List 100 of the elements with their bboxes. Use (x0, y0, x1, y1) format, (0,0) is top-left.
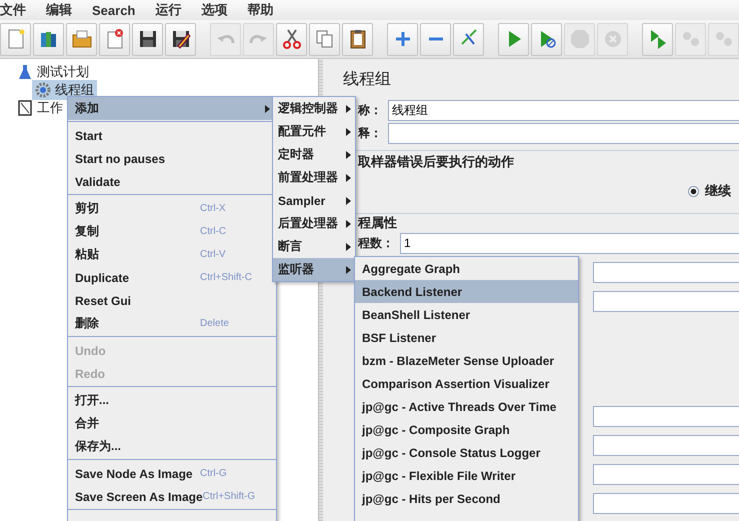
save-as-button[interactable] (165, 22, 196, 56)
menu-item[interactable]: Save Node As Image Ctrl-G (68, 462, 276, 485)
menu-item-label: 配置元件 (278, 123, 327, 140)
new-file-button[interactable] (0, 22, 31, 56)
menu-item[interactable]: Comparison Assertion Visualizer (355, 372, 578, 395)
menu-item[interactable]: jp@gc - Flexible File Writer (355, 464, 578, 487)
menu-item-label: 前置处理器 (278, 169, 339, 186)
menu-item[interactable]: Save Screen As ImageCtrl+Shift-G (68, 485, 276, 508)
menu-bar-item[interactable]: 运行 (155, 1, 182, 19)
close-button[interactable] (99, 22, 130, 56)
input-field[interactable] (593, 464, 739, 485)
redo-icon (249, 33, 268, 45)
save-button[interactable] (132, 22, 163, 56)
menu-item[interactable]: jp@gc - Composite Graph (355, 418, 578, 441)
menu-item-label: 后置处理器 (278, 215, 339, 232)
menu-item[interactable]: 后置处理器 (273, 212, 355, 235)
menu-item[interactable]: 定时器 (273, 143, 355, 166)
input-field[interactable] (593, 435, 739, 456)
copy-icon (314, 28, 336, 50)
menu-item-label: 添加 (75, 100, 100, 117)
menu-item-label: Start (75, 128, 104, 142)
menu-item[interactable]: 保存为... (68, 435, 276, 458)
menu-item-label: 合并 (75, 415, 100, 432)
menu-bar-item[interactable]: Search (92, 2, 136, 18)
field-label: 释： (358, 124, 382, 142)
menu-item-label: 打开... (75, 392, 110, 409)
input-field[interactable] (593, 262, 739, 283)
menu-item-label: 定时器 (278, 146, 315, 163)
menu-item[interactable]: BeanShell Listener (355, 303, 578, 326)
flask-icon (17, 64, 33, 80)
menu-item[interactable]: 监听器 (273, 258, 355, 281)
menu-item-label: 逻辑控制器 (278, 100, 339, 117)
shortcut-label: Ctrl-C (200, 226, 228, 237)
minus-icon (428, 37, 444, 41)
menu-item[interactable]: 断言 (273, 235, 355, 258)
menu-item[interactable]: jp@gc - Active Threads Over Time (355, 395, 578, 418)
stop-icon (568, 28, 590, 50)
menu-item[interactable]: 删除 Delete (68, 312, 276, 335)
name-field[interactable]: 线程组 (388, 100, 739, 120)
menu-item[interactable]: Backend Listener (355, 280, 578, 303)
threads-field[interactable]: 1 (400, 232, 739, 254)
menu-bar-item[interactable]: 编辑 (46, 1, 72, 19)
menu-item-label: Start no pauses (75, 152, 166, 166)
input-field[interactable] (593, 291, 739, 312)
tree-item[interactable]: 工作 (14, 98, 66, 118)
menu-item[interactable]: jp@gc - Console Status Logger (355, 441, 578, 464)
templates-button[interactable] (33, 22, 64, 56)
remote-start-button[interactable] (642, 22, 673, 56)
menu-item[interactable]: bzm - BlazeMeter Sense Uploader (355, 349, 578, 372)
menu-item[interactable]: Reset Gui (68, 289, 276, 312)
menu-item[interactable]: jp@gc - Hits per Second (355, 487, 578, 510)
menu-item[interactable]: Start (68, 124, 276, 147)
menu-item[interactable]: 打开... (68, 389, 276, 412)
menu-item-label: 剪切 (75, 200, 100, 217)
menu-item-label: Validate (75, 174, 122, 188)
input-field[interactable] (593, 493, 739, 514)
menu-item[interactable]: Duplicate Ctrl+Shift-C (68, 266, 276, 289)
shortcut-label: Ctrl-V (200, 249, 227, 260)
scissors-icon (280, 28, 302, 50)
menu-bar-item[interactable]: 文件 (0, 1, 26, 19)
cut-button[interactable] (276, 22, 307, 56)
tree-item[interactable]: 测试计划 (14, 62, 92, 82)
input-field[interactable] (593, 406, 739, 427)
menu-item[interactable]: Validate (68, 170, 276, 193)
expand-button[interactable] (387, 22, 418, 56)
shortcut-label: Ctrl+Shift-C (200, 272, 253, 283)
collapse-button[interactable] (420, 22, 451, 56)
paste-button[interactable] (342, 22, 373, 56)
menu-item[interactable]: Aggregate Graph (355, 257, 578, 280)
undo-icon (216, 33, 235, 45)
menu-item-label: Redo (75, 366, 106, 380)
radio-option[interactable]: 继续 (688, 182, 731, 200)
menu-item[interactable]: 复制 Ctrl-C (68, 220, 276, 243)
menu-item[interactable]: Start no pauses (68, 147, 276, 170)
menu-item[interactable]: 粘贴 Ctrl-V (68, 243, 276, 266)
menu-bar-item[interactable]: 帮助 (247, 1, 274, 19)
shortcut-label: Ctrl-X (200, 203, 227, 214)
comment-field[interactable] (388, 122, 739, 144)
menu-item-label: Sampler (278, 194, 326, 208)
copy-button[interactable] (309, 22, 340, 56)
menu-bar-item[interactable]: 选项 (201, 1, 228, 19)
start-no-pauses-button[interactable] (531, 22, 562, 56)
open-button[interactable] (66, 22, 97, 56)
menu-item[interactable]: 剪切 Ctrl-X (68, 197, 276, 220)
toggle-button[interactable] (453, 22, 484, 56)
menu-item-label: 保存为... (75, 438, 122, 455)
menu-item-label: Save Screen As Image (75, 490, 203, 504)
menu-item-label: Reset Gui (75, 294, 132, 308)
menu-item[interactable]: 合并 (68, 412, 276, 435)
menu-item[interactable]: BSF Listener (355, 326, 578, 349)
menu-item[interactable]: Sampler (273, 189, 355, 212)
menu-item-label: 断言 (278, 238, 303, 255)
menu-item-label: 监听器 (278, 261, 315, 278)
start-button[interactable] (498, 22, 529, 56)
menu-item[interactable]: 前置处理器 (273, 166, 355, 189)
tree-item[interactable]: 线程组 (32, 80, 97, 100)
menu-item[interactable]: 配置元件 (273, 120, 355, 143)
shortcut-label: Delete (200, 318, 230, 329)
menu-item-label: 粘贴 (75, 246, 100, 263)
menu-item[interactable]: 逻辑控制器 (273, 97, 355, 120)
